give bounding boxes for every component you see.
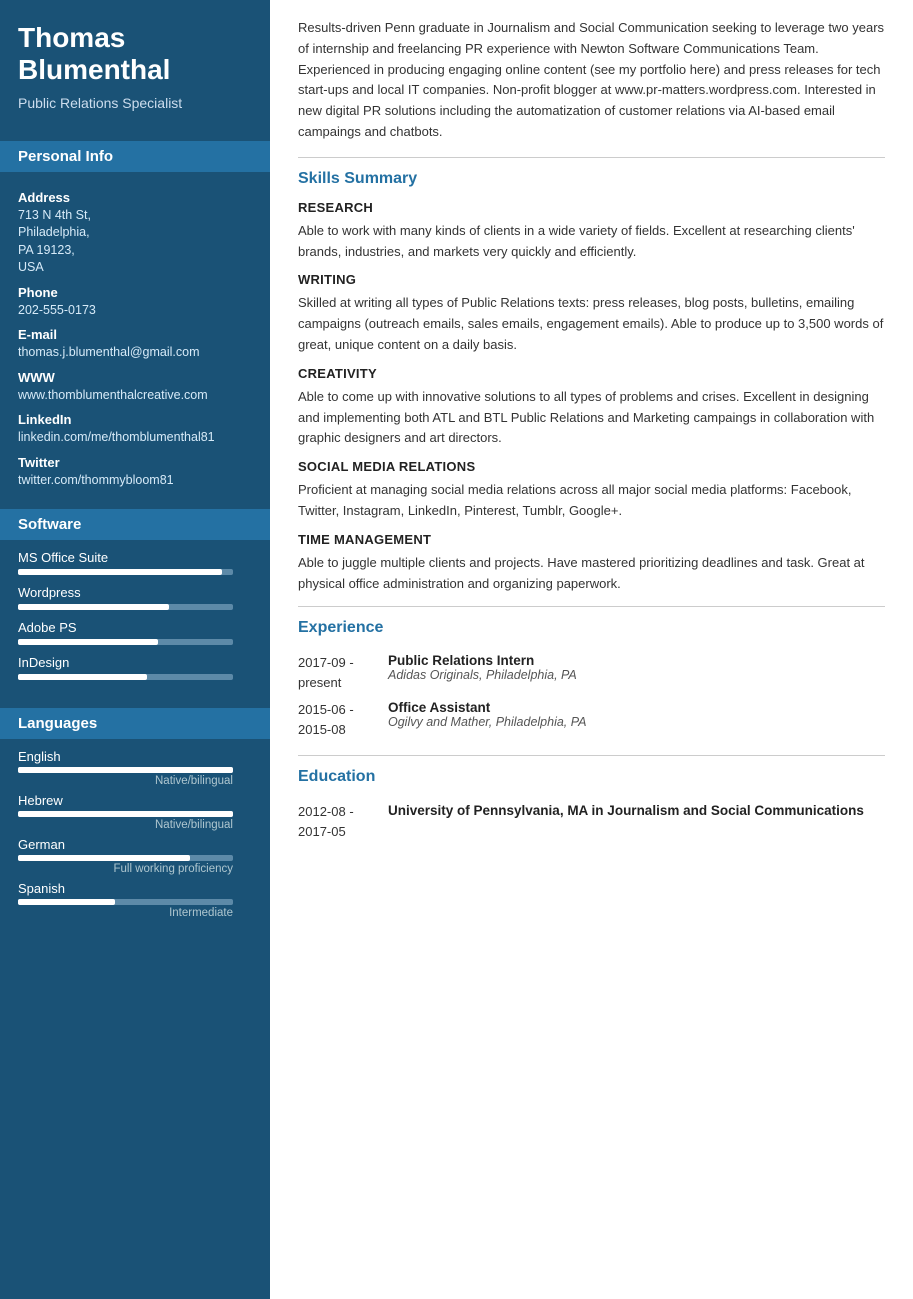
language-name: Spanish [18, 881, 252, 896]
software-bar-bg [18, 639, 233, 645]
table-row: 2017-09 - present Public Relations Inter… [298, 649, 885, 696]
twitter-value: twitter.com/thommybloom81 [18, 472, 252, 490]
language-level: Intermediate [18, 907, 233, 919]
www-value: www.thomblumenthalcreative.com [18, 387, 252, 405]
divider-2 [298, 606, 885, 607]
software-bar-bg [18, 604, 233, 610]
language-bar-fill [18, 899, 115, 905]
phone-value: 202-555-0173 [18, 302, 252, 320]
email-label: E-mail [18, 327, 252, 342]
skill-name: RESEARCH [298, 200, 885, 215]
language-level: Native/bilingual [18, 819, 233, 831]
language-item: English Native/bilingual [18, 749, 252, 787]
language-bar-bg [18, 767, 233, 773]
software-section: MS Office Suite Wordpress Adobe PS InDes… [0, 540, 270, 694]
software-name: Wordpress [18, 585, 252, 600]
linkedin-label: LinkedIn [18, 412, 252, 427]
exp-details: Public Relations Intern Adidas Originals… [388, 649, 885, 696]
divider-3 [298, 755, 885, 756]
software-bar-bg [18, 569, 233, 575]
address-value: 713 N 4th St,Philadelphia,PA 19123,USA [18, 207, 252, 277]
exp-date: 2015-06 - 2015-08 [298, 696, 388, 743]
language-level: Native/bilingual [18, 775, 233, 787]
exp-company: Adidas Originals, Philadelphia, PA [388, 668, 885, 682]
exp-job-title: Public Relations Intern [388, 653, 885, 668]
software-item: Wordpress [18, 585, 252, 610]
edu-degree: University of Pennsylvania, MA in Journa… [388, 802, 885, 821]
language-level: Full working proficiency [18, 863, 233, 875]
edu-details: University of Pennsylvania, MA in Journa… [388, 798, 885, 845]
software-name: InDesign [18, 655, 252, 670]
software-name: MS Office Suite [18, 550, 252, 565]
software-bar-fill [18, 639, 158, 645]
address-label: Address [18, 190, 252, 205]
divider-1 [298, 157, 885, 158]
personal-info-section: Address 713 N 4th St,Philadelphia,PA 191… [0, 172, 270, 496]
software-bar-fill [18, 604, 169, 610]
language-name: English [18, 749, 252, 764]
exp-job-title: Office Assistant [388, 700, 885, 715]
language-item: Spanish Intermediate [18, 881, 252, 919]
table-row: 2015-06 - 2015-08 Office Assistant Ogilv… [298, 696, 885, 743]
language-bar-fill [18, 767, 233, 773]
language-bar-bg [18, 811, 233, 817]
software-item: InDesign [18, 655, 252, 680]
twitter-label: Twitter [18, 455, 252, 470]
software-name: Adobe PS [18, 620, 252, 635]
languages-section: English Native/bilingual Hebrew Native/b… [0, 739, 270, 929]
sidebar: Thomas Blumenthal Public Relations Speci… [0, 0, 270, 1299]
candidate-name: Thomas Blumenthal [18, 22, 252, 86]
email-value: thomas.j.blumenthal@gmail.com [18, 344, 252, 362]
exp-company: Ogilvy and Mather, Philadelphia, PA [388, 715, 885, 729]
language-bar-fill [18, 811, 233, 817]
language-name: Hebrew [18, 793, 252, 808]
software-bar-fill [18, 674, 147, 680]
language-bar-bg [18, 855, 233, 861]
skill-desc: Skilled at writing all types of Public R… [298, 293, 885, 355]
software-header: Software [0, 509, 270, 540]
exp-details: Office Assistant Ogilvy and Mather, Phil… [388, 696, 885, 743]
languages-header: Languages [0, 708, 270, 739]
summary-text: Results-driven Penn graduate in Journali… [298, 18, 885, 143]
language-bar-fill [18, 855, 190, 861]
skills-title: Skills Summary [298, 170, 885, 188]
skill-desc: Able to come up with innovative solution… [298, 387, 885, 449]
language-item: Hebrew Native/bilingual [18, 793, 252, 831]
linkedin-value: linkedin.com/me/thomblumenthal81 [18, 429, 252, 447]
language-item: German Full working proficiency [18, 837, 252, 875]
language-bar-bg [18, 899, 233, 905]
skill-name: SOCIAL MEDIA RELATIONS [298, 459, 885, 474]
sidebar-header: Thomas Blumenthal Public Relations Speci… [0, 0, 270, 127]
edu-date: 2012-08 - 2017-05 [298, 798, 388, 845]
exp-date: 2017-09 - present [298, 649, 388, 696]
www-label: WWW [18, 370, 252, 385]
software-bar-fill [18, 569, 222, 575]
phone-label: Phone [18, 285, 252, 300]
table-row: 2012-08 - 2017-05 University of Pennsylv… [298, 798, 885, 845]
skill-desc: Proficient at managing social media rela… [298, 480, 885, 522]
education-title: Education [298, 768, 885, 786]
software-bar-bg [18, 674, 233, 680]
education-table: 2012-08 - 2017-05 University of Pennsylv… [298, 798, 885, 845]
skill-name: WRITING [298, 272, 885, 287]
skill-name: TIME MANAGEMENT [298, 532, 885, 547]
experience-table: 2017-09 - present Public Relations Inter… [298, 649, 885, 743]
skill-desc: Able to juggle multiple clients and proj… [298, 553, 885, 595]
main-content: Results-driven Penn graduate in Journali… [270, 0, 913, 1299]
skill-desc: Able to work with many kinds of clients … [298, 221, 885, 263]
personal-info-header: Personal Info [0, 141, 270, 172]
skill-name: CREATIVITY [298, 366, 885, 381]
software-item: Adobe PS [18, 620, 252, 645]
experience-title: Experience [298, 619, 885, 637]
candidate-title: Public Relations Specialist [18, 94, 252, 112]
software-item: MS Office Suite [18, 550, 252, 575]
skills-section: RESEARCH Able to work with many kinds of … [298, 200, 885, 595]
language-name: German [18, 837, 252, 852]
